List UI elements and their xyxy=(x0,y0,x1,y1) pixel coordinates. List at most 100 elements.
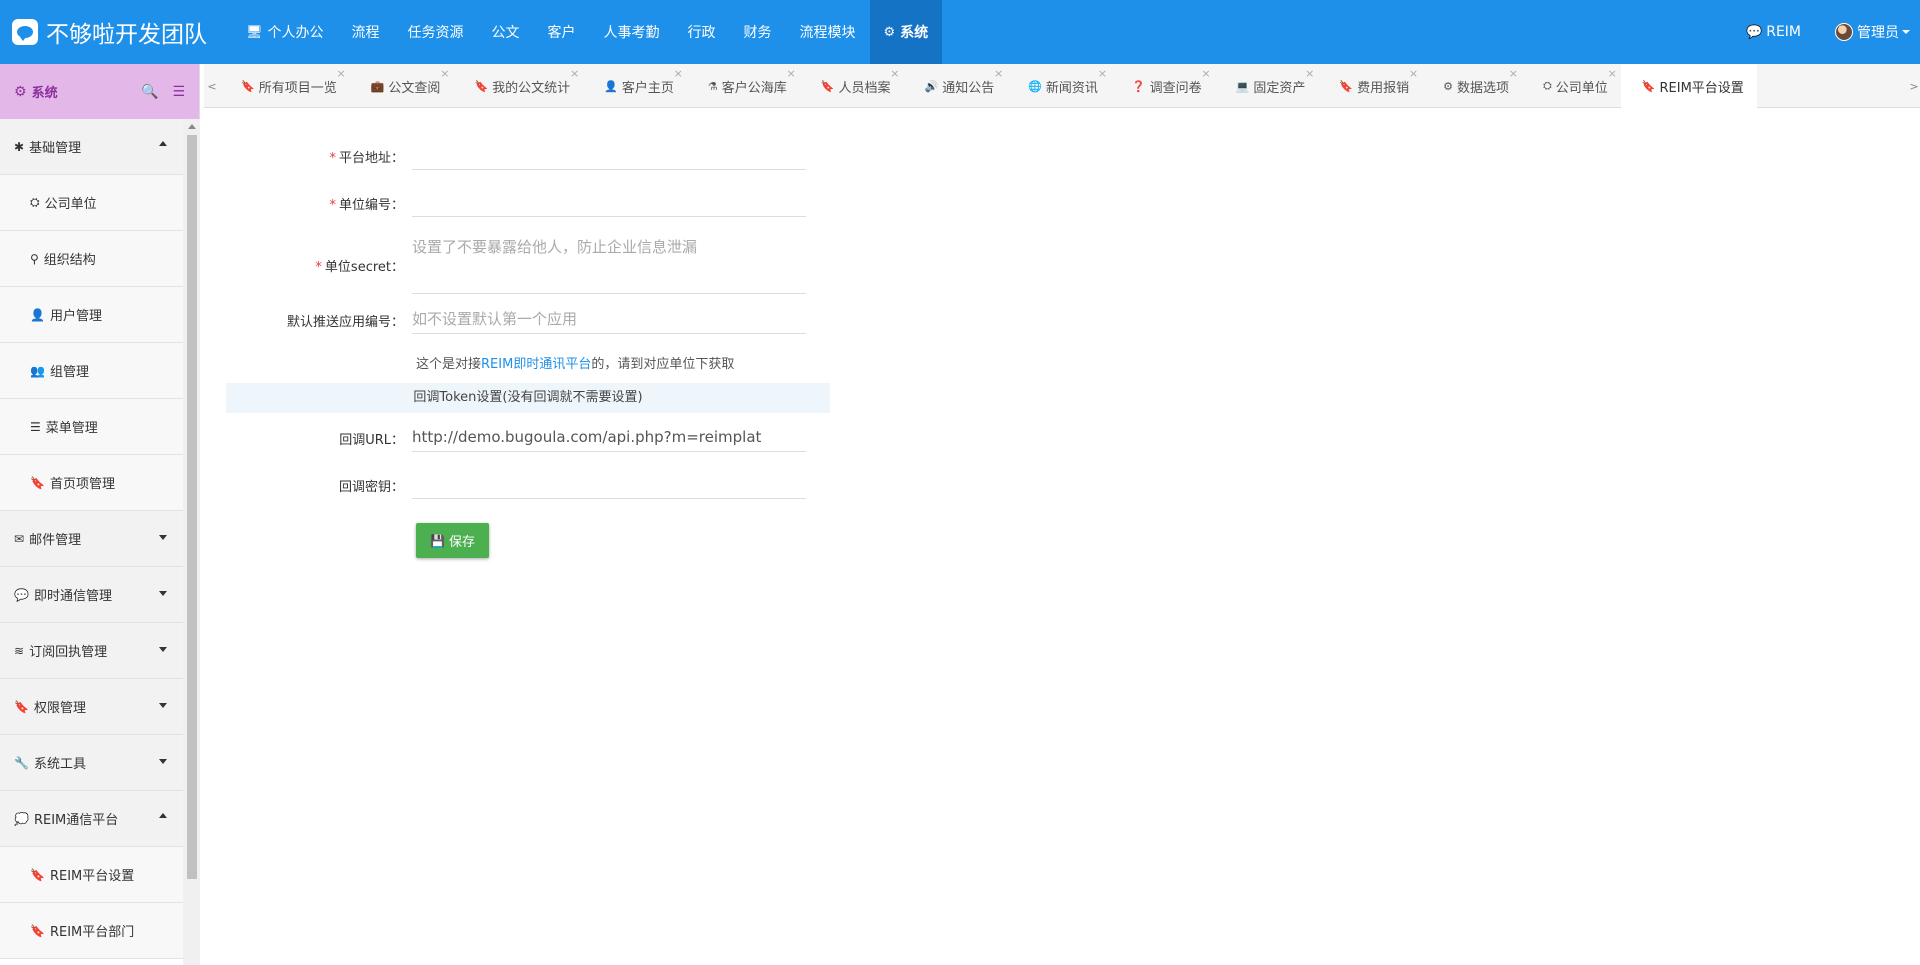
tab-9[interactable]: 💻 固定资产 × xyxy=(1215,64,1319,108)
search-icon[interactable]: 🔍 xyxy=(141,84,158,100)
caret-down-icon xyxy=(159,703,167,708)
tab-6[interactable]: 🔊 通知公告 × xyxy=(903,64,1007,108)
topnav-item-2[interactable]: 任务资源 xyxy=(394,0,478,64)
sidebar-group-7[interactable]: ✉ 邮件管理 xyxy=(0,511,183,567)
close-icon[interactable]: × xyxy=(1098,67,1107,80)
sidebar-group-8[interactable]: 💬 即时通信管理 xyxy=(0,567,183,623)
sidebar-group-11[interactable]: 🔧 系统工具 xyxy=(0,735,183,791)
tab-12[interactable]: ⛭ 公司单位 × xyxy=(1522,64,1621,108)
push-app-label: 默认推送应用编号： xyxy=(286,315,404,330)
close-icon[interactable]: × xyxy=(1201,67,1210,80)
tab-8[interactable]: ❓ 调查问卷 × xyxy=(1111,64,1215,108)
topnav-item-9[interactable]: ⚙ 系统 xyxy=(869,0,943,64)
sidebar-item-5[interactable]: ☰ 菜单管理 xyxy=(0,399,183,455)
close-icon[interactable]: × xyxy=(1608,67,1617,80)
gear-icon: ⚙ xyxy=(1443,79,1453,93)
platform-url-label: * 平台地址： xyxy=(329,151,404,166)
flask-icon: ⚗ xyxy=(707,79,718,93)
caret-up-icon xyxy=(159,141,167,146)
topnav-item-3[interactable]: 公文 xyxy=(478,0,534,64)
unit-secret-input[interactable] xyxy=(412,232,806,294)
topnav-item-8[interactable]: 流程模块 xyxy=(786,0,870,64)
topnav-item-5[interactable]: 人事考勤 xyxy=(590,0,674,64)
scroll-up-icon[interactable] xyxy=(188,124,196,129)
tab-2[interactable]: 🔖 我的公文统计 × xyxy=(453,64,583,108)
tab-3[interactable]: 👤 客户主页 × xyxy=(583,64,687,108)
sidebar-item-label: REIM平台设置 xyxy=(49,869,135,884)
sidebar-scrollbar[interactable] xyxy=(183,119,200,965)
close-icon[interactable]: × xyxy=(337,67,346,80)
sidebar-group-10[interactable]: 🔖 权限管理 xyxy=(0,679,183,735)
question-circle-icon: ❓ xyxy=(1131,79,1146,93)
callback-key-input[interactable] xyxy=(412,469,806,499)
close-icon[interactable]: × xyxy=(787,67,796,80)
tab-label: 调查问卷 xyxy=(1149,80,1202,96)
callback-url-input[interactable] xyxy=(412,422,806,452)
close-icon[interactable]: × xyxy=(1305,67,1314,80)
sidebar-group-9[interactable]: ≋ 订阅回执管理 xyxy=(0,623,183,679)
close-icon[interactable]: × xyxy=(440,67,449,80)
tab-scroll-left-icon[interactable]: < xyxy=(204,64,220,108)
bookmark-icon: 🔖 xyxy=(241,79,255,93)
sidebar-item-14[interactable]: 🔖 REIM平台部门 xyxy=(0,903,183,959)
bookmark-icon: 🔖 xyxy=(30,475,45,490)
platform-url-input[interactable] xyxy=(412,140,806,170)
topnav-item-1[interactable]: 流程 xyxy=(338,0,394,64)
sidebar-item-4[interactable]: 👥 组管理 xyxy=(0,343,183,399)
tab-0[interactable]: 🔖 所有项目一览 × xyxy=(220,64,350,108)
tab-11[interactable]: ⚙ 数据选项 × xyxy=(1422,64,1522,108)
topnav-item-label: 系统 xyxy=(900,25,929,41)
topnav-item-7[interactable]: 财务 xyxy=(730,0,786,64)
reim-link[interactable]: 💬 REIM xyxy=(1746,24,1801,40)
rss-icon: ≋ xyxy=(14,643,25,658)
tab-4[interactable]: ⚗ 客户公海库 × xyxy=(687,64,800,108)
sidebar-item-label: 订阅回执管理 xyxy=(29,645,108,660)
laptop-icon: 💻 xyxy=(1235,79,1250,93)
close-icon[interactable]: × xyxy=(890,67,899,80)
sidebar-group-12[interactable]: 💭 REIM通信平台 xyxy=(0,791,183,847)
topnav-item-6[interactable]: 行政 xyxy=(674,0,730,64)
push-app-input[interactable] xyxy=(412,304,806,334)
tab-7[interactable]: 🌐 新闻资讯 × xyxy=(1007,64,1111,108)
caret-up-icon xyxy=(159,813,167,818)
platform-url-row: * 平台地址： xyxy=(226,140,830,170)
close-icon[interactable]: × xyxy=(1509,67,1518,80)
scrollbar-thumb[interactable] xyxy=(187,135,197,879)
sidebar-item-1[interactable]: ⛭ 公司单位 xyxy=(0,175,183,231)
tab-bar: < 🔖 所有项目一览 × 💼 公文查阅 × 🔖 我的公文统计 × 👤 客户主页 × ⚗ 客户公海库 × 🔖 人员… xyxy=(204,64,1920,108)
reim-platform-link[interactable]: REIM即时通讯平台 xyxy=(481,357,591,372)
close-icon[interactable]: × xyxy=(1409,67,1418,80)
caret-down-icon xyxy=(159,759,167,764)
save-button[interactable]: 💾 保存 xyxy=(416,523,489,558)
sidebar-item-3[interactable]: 👤 用户管理 xyxy=(0,287,183,343)
desktop-icon: 🖥 xyxy=(246,24,263,40)
comment-o-icon: 💭 xyxy=(14,811,29,826)
user-menu[interactable]: 管理员 xyxy=(1835,22,1910,42)
app-title: 不够啦开发团队 xyxy=(46,22,207,48)
menu-toggle-icon[interactable]: ☰ xyxy=(172,84,185,100)
sidebar-item-13[interactable]: 🔖 REIM平台设置 xyxy=(0,847,183,903)
sidebar-group-0[interactable]: ✱ 基础管理 xyxy=(0,119,183,175)
close-icon[interactable]: × xyxy=(674,67,683,80)
sidebar-item-6[interactable]: 🔖 首页项管理 xyxy=(0,455,183,511)
tab-5[interactable]: 🔖 人员档案 × xyxy=(800,64,904,108)
close-icon[interactable]: × xyxy=(994,67,1003,80)
topnav-item-0[interactable]: 🖥 个人办公 xyxy=(232,0,338,64)
envelope-icon: ✉ xyxy=(14,531,25,546)
binoculars-icon: ⛭ xyxy=(30,195,40,209)
close-icon[interactable]: × xyxy=(570,67,579,80)
top-menu: 🖥 个人办公 流程 任务资源 公文 客户 人事考勤 行政 财务 流程模块 ⚙ 系统 xyxy=(232,0,943,64)
sidebar-item-label: 组管理 xyxy=(49,365,89,380)
sidebar-title: 系统 xyxy=(31,86,58,101)
brand[interactable]: 不够啦开发团队 xyxy=(12,0,207,64)
topnav-item-label: 财务 xyxy=(743,25,772,41)
callback-key-label: 回调密钥： xyxy=(338,480,404,495)
sidebar-item-2[interactable]: ⚲ 组织结构 xyxy=(0,231,183,287)
tab-scroll-right-icon[interactable]: > xyxy=(1908,64,1920,108)
tab-13[interactable]: 🔖 REIM平台设置 xyxy=(1620,64,1757,108)
tab-10[interactable]: 🔖 费用报销 × xyxy=(1318,64,1422,108)
topnav-item-4[interactable]: 客户 xyxy=(534,0,590,64)
tab-1[interactable]: 💼 公文查阅 × xyxy=(350,64,454,108)
sidebar-item-label: REIM通信平台 xyxy=(33,813,119,828)
unit-id-input[interactable] xyxy=(412,187,806,217)
